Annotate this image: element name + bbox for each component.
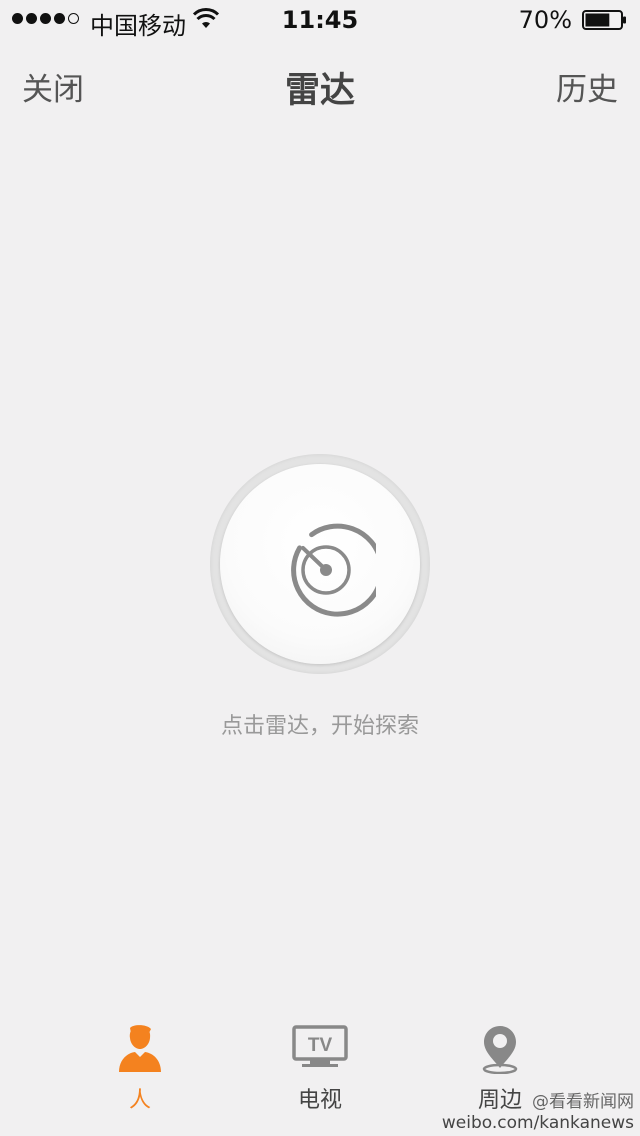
radar-icon: [291, 523, 376, 617]
tab-tv-label: 电视: [297, 1088, 342, 1113]
location-pin-icon: [482, 1026, 518, 1074]
nav-bar: 关闭 雷达 历史: [0, 40, 640, 128]
watermark-handle: @看看新闻网: [532, 1092, 634, 1112]
history-button[interactable]: 历史: [556, 64, 618, 109]
radar-hint-text: 点击雷达，开始探索: [220, 714, 419, 739]
person-icon: [119, 1025, 161, 1072]
svg-text:TV: TV: [308, 1035, 333, 1056]
battery-percent: 70%: [518, 6, 572, 34]
radar-button[interactable]: [220, 464, 420, 664]
status-bar: 中国移动 11:45 70%: [0, 0, 640, 40]
tab-people[interactable]: 人: [70, 1010, 210, 1120]
watermark-url: weibo.com/kankanews: [441, 1113, 634, 1133]
tab-people-label: 人: [128, 1088, 151, 1113]
page-title: 雷达: [284, 71, 355, 111]
tv-icon: TV: [292, 1025, 348, 1067]
tab-tv[interactable]: TV 电视: [250, 1010, 390, 1120]
radar-button-ring: [210, 454, 430, 674]
battery-icon: [582, 10, 628, 30]
watermark: @看看新闻网 weibo.com/kankanews: [442, 1092, 634, 1134]
